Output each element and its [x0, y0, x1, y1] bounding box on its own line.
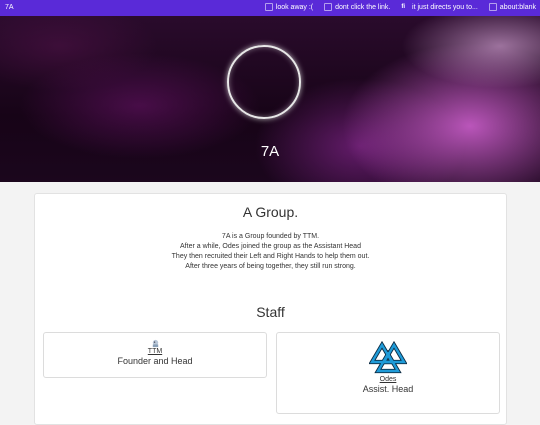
- staff-title: Staff: [256, 304, 285, 320]
- staff-role: Assist. Head: [362, 384, 414, 394]
- about-line: 7A is a Group founded by TTM.: [221, 233, 320, 240]
- staff-name-link[interactable]: TTM: [44, 348, 266, 355]
- staff-card-odes: Odes Assist. Head: [276, 332, 500, 414]
- brand-link[interactable]: 7A: [5, 4, 14, 11]
- about-line: They then recruited their Left and Right…: [171, 253, 370, 260]
- nav-link-about-blank[interactable]: about:blank: [488, 3, 536, 11]
- top-navbar: 7A look away :( dont click the link. fi …: [0, 0, 540, 16]
- nav-link-label: look away :(: [275, 3, 314, 11]
- image-icon: [324, 3, 333, 11]
- small-avatar-icon: [152, 339, 158, 348]
- about-description: 7A is a Group founded by TTM. After a wh…: [35, 232, 506, 272]
- image-icon: [264, 3, 273, 11]
- about-card: A Group. 7A is a Group founded by TTM. A…: [34, 193, 507, 425]
- nav-link-label: about:blank: [499, 3, 536, 11]
- nav-link-label: it just directs you to...: [412, 3, 478, 11]
- hero-ring-logo: [227, 45, 301, 119]
- about-line: After a while, Odes joined the group as …: [180, 243, 361, 250]
- hero-title: 7A: [260, 143, 280, 160]
- staff-role: Founder and Head: [117, 356, 193, 366]
- staff-name-link[interactable]: Odes: [277, 376, 499, 383]
- about-line: After three years of being together, the…: [185, 263, 356, 270]
- nav-links: look away :( dont click the link. fi it …: [264, 3, 536, 11]
- nav-link-dont-click[interactable]: dont click the link.: [324, 3, 390, 11]
- staff-card-ttm: TTM Founder and Head: [43, 332, 267, 378]
- image-icon: [488, 3, 497, 11]
- nav-link-directs[interactable]: fi it just directs you to...: [401, 3, 477, 11]
- hero-banner: 7A: [0, 16, 540, 182]
- valknut-logo-icon: [369, 340, 407, 374]
- nav-link-look-away[interactable]: look away :(: [264, 3, 314, 11]
- nav-link-label: dont click the link.: [335, 3, 391, 11]
- text-icon: fi: [401, 4, 406, 10]
- about-title: A Group.: [242, 204, 299, 220]
